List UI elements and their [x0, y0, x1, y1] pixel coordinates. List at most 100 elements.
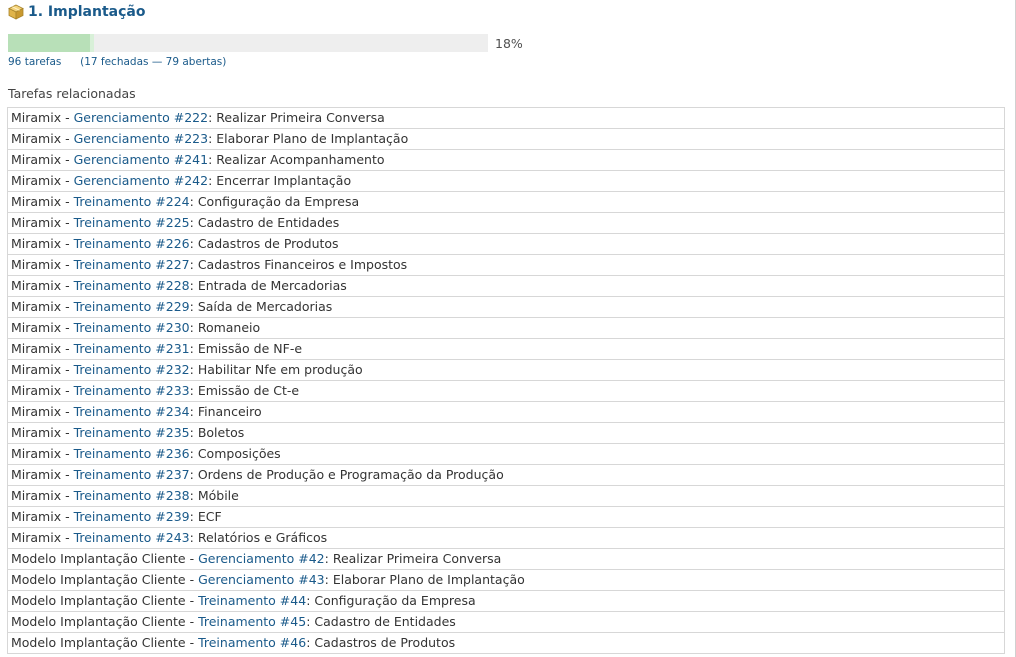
progress-bar — [8, 34, 488, 52]
issue-cell: Miramix - Treinamento #225: Cadastro de … — [7, 212, 1005, 234]
total-issues-link[interactable]: 96 tarefas — [8, 56, 61, 68]
issue-link[interactable]: Treinamento #232 — [74, 362, 190, 377]
issue-project: Miramix — [11, 299, 62, 314]
issue-link[interactable]: Treinamento #225 — [74, 215, 190, 230]
issue-subject: Habilitar Nfe em produção — [197, 362, 363, 377]
issue-cell: Miramix - Gerenciamento #223: Elaborar P… — [7, 128, 1005, 150]
issue-subject: Realizar Acompanhamento — [216, 152, 385, 167]
issue-project: Miramix — [11, 362, 62, 377]
issue-subject: Entrada de Mercadorias — [197, 278, 347, 293]
issue-subject: Cadastro de Entidades — [197, 215, 340, 230]
issue-link[interactable]: Treinamento #237 — [74, 467, 190, 482]
issue-project: Miramix — [11, 257, 62, 272]
issue-subject: Configuração da Empresa — [314, 593, 476, 608]
issue-subject: Móbile — [197, 488, 239, 503]
issue-link[interactable]: Treinamento #231 — [74, 341, 190, 356]
issue-subject: Elaborar Plano de Implantação — [332, 572, 525, 587]
version-header: 1. Implantação — [8, 2, 145, 22]
issue-cell: Miramix - Treinamento #232: Habilitar Nf… — [7, 359, 1005, 381]
issue-subject: Cadastros de Produtos — [314, 635, 456, 650]
table-row: Miramix - Treinamento #227: Cadastros Fi… — [7, 254, 1005, 276]
issue-project: Miramix — [11, 173, 62, 188]
issue-cell: Miramix - Treinamento #238: Móbile — [7, 485, 1005, 507]
version-title[interactable]: 1. Implantação — [28, 4, 145, 20]
issue-subject: Configuração da Empresa — [197, 194, 360, 209]
issue-link[interactable]: Treinamento #243 — [74, 530, 190, 545]
issue-cell: Miramix - Treinamento #224: Configuração… — [7, 191, 1005, 213]
issue-project: Modelo Implantação Cliente — [11, 593, 186, 608]
issue-project: Miramix — [11, 320, 62, 335]
issue-subject: Emissão de Ct-e — [197, 383, 300, 398]
table-row: Miramix - Gerenciamento #223: Elaborar P… — [7, 128, 1005, 150]
issue-link[interactable]: Gerenciamento #43 — [198, 572, 325, 587]
issue-link[interactable]: Treinamento #228 — [74, 278, 190, 293]
closed-open-counts-link[interactable]: (17 fechadas — 79 abertas) — [80, 56, 226, 68]
issue-cell: Miramix - Gerenciamento #241: Realizar A… — [7, 149, 1005, 171]
issue-cell: Miramix - Treinamento #234: Financeiro — [7, 401, 1005, 423]
issue-subject: Elaborar Plano de Implantação — [216, 131, 409, 146]
issue-project: Miramix — [11, 530, 62, 545]
issue-cell: Miramix - Treinamento #228: Entrada de M… — [7, 275, 1005, 297]
issue-subject: Romaneio — [197, 320, 261, 335]
issue-project: Miramix — [11, 341, 62, 356]
issue-cell: Miramix - Treinamento #237: Ordens de Pr… — [7, 464, 1005, 486]
issue-subject: ECF — [197, 509, 222, 524]
issue-cell: Modelo Implantação Cliente - Gerenciamen… — [7, 569, 1005, 591]
issue-link[interactable]: Treinamento #229 — [74, 299, 190, 314]
table-row: Miramix - Treinamento #230: Romaneio — [7, 317, 1005, 339]
issue-link[interactable]: Gerenciamento #241 — [74, 152, 209, 167]
issue-link[interactable]: Gerenciamento #222 — [74, 110, 209, 125]
issue-link[interactable]: Gerenciamento #223 — [74, 131, 209, 146]
version-panel: 1. Implantação 18% 96 tarefas (17 fechad… — [0, 0, 1016, 657]
issue-link[interactable]: Treinamento #227 — [74, 257, 190, 272]
table-row: Miramix - Treinamento #231: Emissão de N… — [7, 338, 1005, 360]
related-issues-heading: Tarefas relacionadas — [8, 86, 136, 101]
issue-subject: Cadastro de Entidades — [314, 614, 456, 629]
issue-link[interactable]: Treinamento #236 — [74, 446, 190, 461]
issue-subject: Emissão de NF-e — [197, 341, 303, 356]
issue-subject: Relatórios e Gráficos — [197, 530, 328, 545]
table-row: Miramix - Treinamento #228: Entrada de M… — [7, 275, 1005, 297]
table-row: Miramix - Treinamento #238: Móbile — [7, 485, 1005, 507]
table-row: Modelo Implantação Cliente - Treinamento… — [7, 611, 1005, 633]
issue-link[interactable]: Treinamento #45 — [198, 614, 306, 629]
issue-cell: Modelo Implantação Cliente - Treinamento… — [7, 590, 1005, 612]
issue-project: Miramix — [11, 236, 62, 251]
issue-link[interactable]: Treinamento #46 — [198, 635, 306, 650]
issue-project: Modelo Implantação Cliente — [11, 635, 186, 650]
issue-link[interactable]: Treinamento #239 — [74, 509, 190, 524]
issue-subject: Composições — [197, 446, 281, 461]
issue-link[interactable]: Treinamento #44 — [198, 593, 306, 608]
issue-cell: Miramix - Treinamento #227: Cadastros Fi… — [7, 254, 1005, 276]
issue-cell: Miramix - Treinamento #235: Boletos — [7, 422, 1005, 444]
issue-subject: Saída de Mercadorias — [197, 299, 333, 314]
issue-link[interactable]: Treinamento #224 — [74, 194, 190, 209]
progress-closed-fill — [8, 34, 90, 52]
issue-link[interactable]: Gerenciamento #242 — [74, 173, 209, 188]
issue-cell: Miramix - Treinamento #236: Composições — [7, 443, 1005, 465]
issue-cell: Modelo Implantação Cliente - Treinamento… — [7, 611, 1005, 633]
table-row: Modelo Implantação Cliente - Treinamento… — [7, 632, 1005, 654]
issue-subject: Ordens de Produção e Programação da Prod… — [197, 467, 504, 482]
issue-cell: Miramix - Treinamento #243: Relatórios e… — [7, 527, 1005, 549]
issue-link[interactable]: Treinamento #233 — [74, 383, 190, 398]
issue-project: Miramix — [11, 215, 62, 230]
issue-subject: Boletos — [197, 425, 245, 440]
issue-link[interactable]: Treinamento #234 — [74, 404, 190, 419]
issue-link[interactable]: Treinamento #226 — [74, 236, 190, 251]
table-row: Modelo Implantação Cliente - Gerenciamen… — [7, 569, 1005, 591]
issue-subject: Financeiro — [197, 404, 262, 419]
related-issues-table: Miramix - Gerenciamento #222: Realizar P… — [7, 107, 1005, 654]
table-row: Miramix - Gerenciamento #241: Realizar A… — [7, 149, 1005, 171]
table-row: Miramix - Treinamento #225: Cadastro de … — [7, 212, 1005, 234]
table-row: Modelo Implantação Cliente - Gerenciamen… — [7, 548, 1005, 570]
issue-link[interactable]: Treinamento #230 — [74, 320, 190, 335]
issue-project: Modelo Implantação Cliente — [11, 614, 186, 629]
table-row: Miramix - Treinamento #239: ECF — [7, 506, 1005, 528]
issue-link[interactable]: Treinamento #238 — [74, 488, 190, 503]
table-row: Miramix - Treinamento #226: Cadastros de… — [7, 233, 1005, 255]
issue-link[interactable]: Gerenciamento #42 — [198, 551, 325, 566]
issue-link[interactable]: Treinamento #235 — [74, 425, 190, 440]
progress-row: 18% — [8, 34, 523, 52]
issue-subject: Realizar Primeira Conversa — [216, 110, 385, 125]
